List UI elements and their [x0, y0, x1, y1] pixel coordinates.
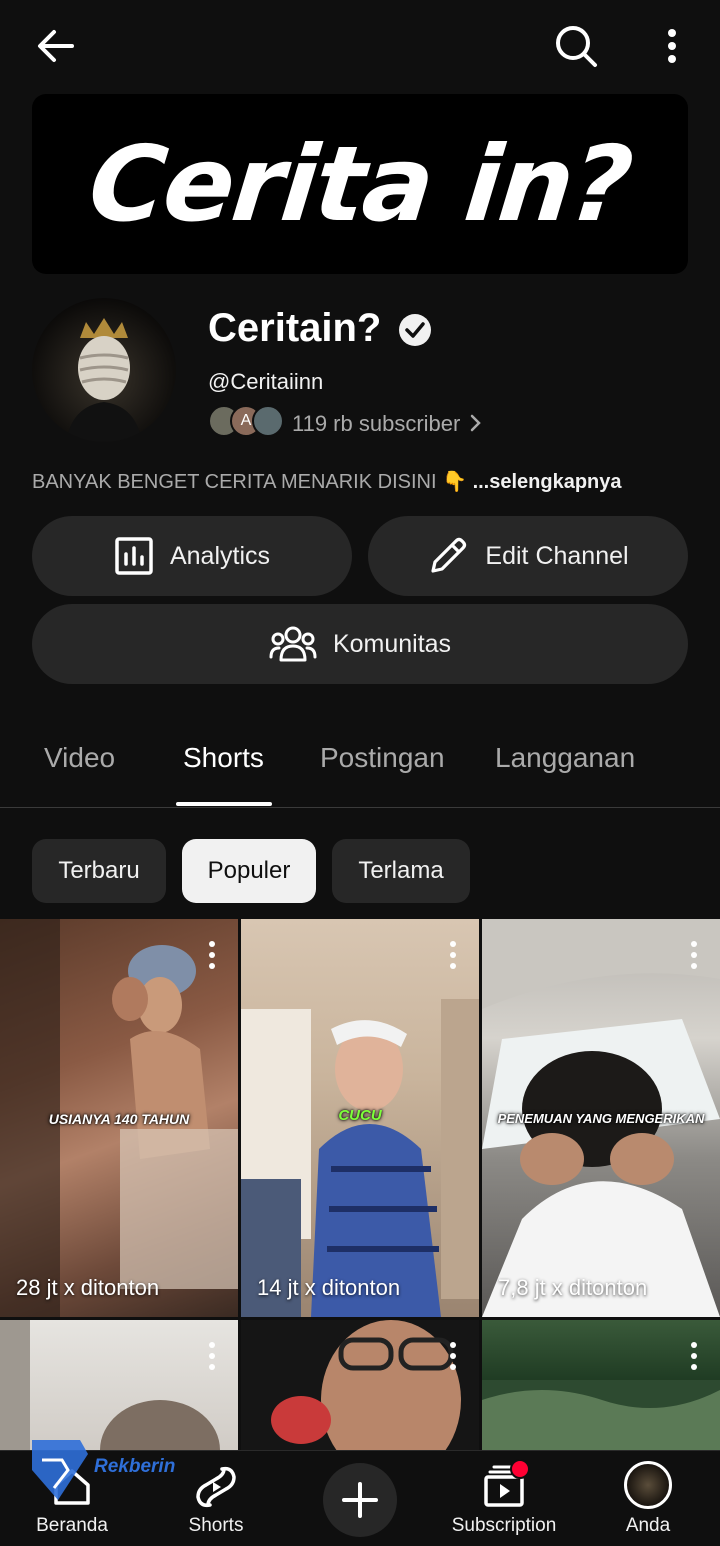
arrow-left-icon [38, 30, 74, 62]
verified-badge-icon [399, 314, 431, 346]
channel-avatar[interactable] [32, 298, 176, 442]
top-app-bar [0, 0, 720, 92]
subscriber-count[interactable]: 119 rb subscriber [292, 411, 460, 437]
short-thumbnail[interactable] [241, 1320, 479, 1460]
tab-video[interactable]: Video [44, 742, 115, 774]
notification-dot [510, 1459, 530, 1479]
analytics-icon [115, 537, 153, 575]
avatar-artwork [66, 318, 142, 442]
komunitas-button[interactable]: Komunitas [32, 604, 688, 684]
community-icon [269, 626, 317, 662]
account-avatar[interactable] [624, 1461, 672, 1509]
search-button[interactable] [548, 18, 604, 74]
description-text: BANYAK BENGET CERITA MENARIK DISINI 👇 [32, 471, 467, 493]
short-thumbnail[interactable]: USIANYA 140 TAHUN 28 jt x ditonton [0, 919, 238, 1317]
filter-chip-terbaru[interactable]: Terbaru [32, 839, 166, 903]
nav-shorts-label: Shorts [188, 1515, 244, 1536]
plus-icon [342, 1482, 378, 1518]
back-button[interactable] [24, 20, 88, 72]
komunitas-label: Komunitas [332, 629, 452, 658]
more-vertical-icon[interactable] [441, 939, 465, 971]
banner-text: Cerita in? [83, 123, 637, 245]
create-button[interactable] [323, 1463, 397, 1537]
tab-langganan[interactable]: Langganan [495, 742, 635, 774]
more-vertical-icon[interactable] [200, 1340, 224, 1372]
more-vertical-icon[interactable] [682, 939, 706, 971]
pencil-icon [431, 537, 467, 573]
search-icon [556, 26, 597, 67]
channel-description[interactable]: BANYAK BENGET CERITA MENARIK DISINI 👇 ..… [32, 469, 622, 494]
more-vertical-icon[interactable] [200, 939, 224, 971]
more-vertical-icon [668, 29, 676, 63]
active-tab-indicator [176, 802, 272, 806]
short-caption: CUCU [338, 1107, 382, 1124]
short-thumbnail[interactable] [482, 1320, 720, 1460]
nav-subscription[interactable]: Subscription [432, 1451, 576, 1546]
channel-handle: @Ceritaiinn [208, 369, 324, 394]
tab-postingan[interactable]: Postingan [320, 742, 445, 774]
channel-banner: Cerita in? [32, 94, 688, 274]
subscriber-avatars: A [208, 405, 288, 441]
channel-tabs: Video Shorts Postingan Langganan [0, 722, 720, 808]
short-view-count: 14 jt x ditonton [257, 1275, 401, 1300]
short-view-count: 28 jt x ditonton [16, 1275, 160, 1300]
short-caption: PENEMUAN YANG MENGERIKAN [497, 1111, 705, 1126]
edit-channel-button[interactable]: Edit Channel [368, 516, 688, 596]
nav-home-label: Beranda [36, 1515, 108, 1536]
channel-name: Ceritain? [208, 306, 382, 350]
short-view-count: 7,8 jt x ditonton [498, 1275, 648, 1300]
analytics-label: Analytics [169, 541, 271, 570]
nav-you-label: Anda [625, 1515, 671, 1536]
more-options-button[interactable] [650, 20, 694, 72]
nav-subscription-label: Subscription [451, 1515, 557, 1536]
filter-chip-terlama[interactable]: Terlama [332, 839, 470, 903]
more-vertical-icon[interactable] [682, 1340, 706, 1372]
more-vertical-icon[interactable] [441, 1340, 465, 1372]
watermark-text: Rekberin [94, 1456, 176, 1477]
shorts-icon [196, 1466, 236, 1508]
filter-chip-populer[interactable]: Populer [182, 839, 316, 903]
analytics-button[interactable]: Analytics [32, 516, 352, 596]
short-caption: USIANYA 140 TAHUN [48, 1111, 190, 1127]
edit-channel-label: Edit Channel [485, 541, 629, 570]
subscriber-avatar [252, 405, 284, 437]
short-thumbnail[interactable]: CUCU 14 jt x ditonton [241, 919, 479, 1317]
tab-shorts[interactable]: Shorts [183, 742, 264, 774]
chevron-right-icon[interactable] [468, 412, 484, 434]
read-more-link[interactable]: ...selengkapnya [473, 471, 622, 493]
short-thumbnail[interactable]: PENEMUAN YANG MENGERIKAN 7,8 jt x ditont… [482, 919, 720, 1317]
